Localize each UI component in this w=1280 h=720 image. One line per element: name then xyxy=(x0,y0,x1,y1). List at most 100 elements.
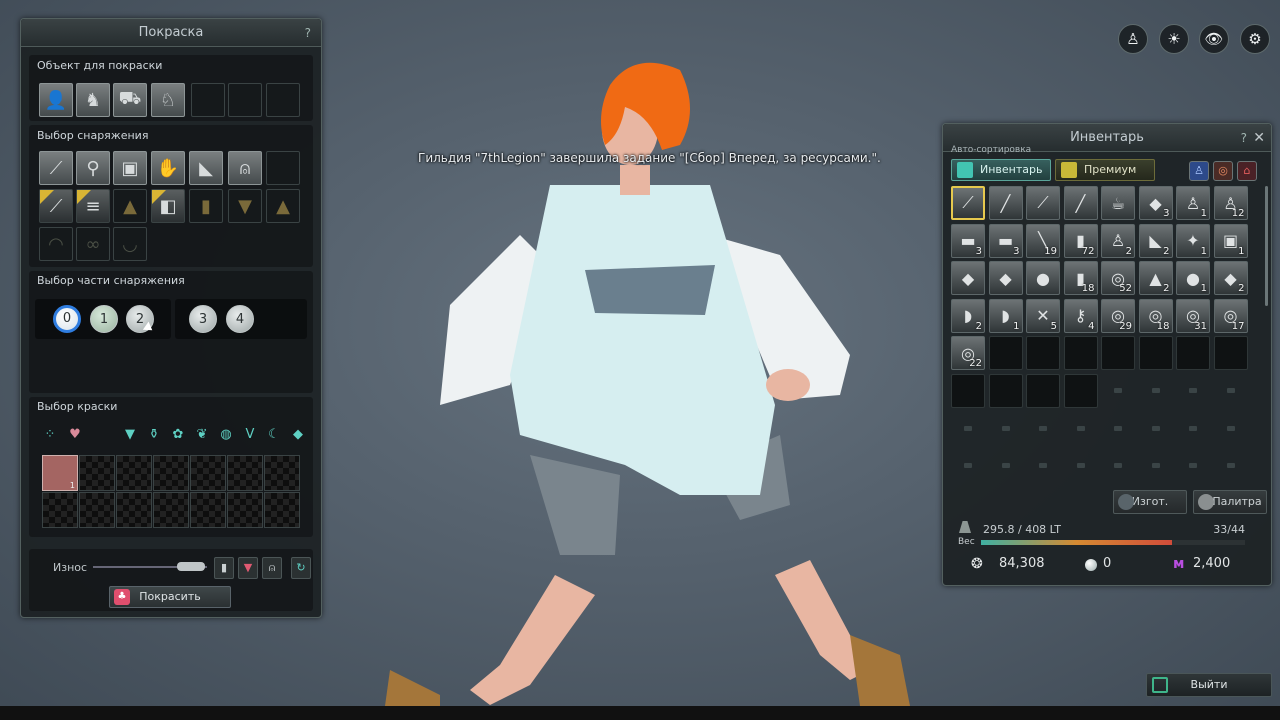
close-icon[interactable]: ✕ xyxy=(1253,124,1265,152)
empty-inventory-slot[interactable] xyxy=(951,373,985,408)
dye-swatch[interactable] xyxy=(42,492,78,528)
costume-gloves-icon[interactable]: ◧ xyxy=(151,189,185,223)
help-icon[interactable]: ? xyxy=(305,19,311,47)
inventory-item[interactable]: ▮ 72 xyxy=(1063,223,1098,258)
tab-premium[interactable]: Премиум xyxy=(1055,159,1155,181)
dye-category-7-icon[interactable]: ☾ xyxy=(265,426,283,444)
reset-icon[interactable]: ↻ xyxy=(291,557,311,579)
costume-helmet-icon[interactable]: ▲ xyxy=(266,189,300,223)
mask-icon[interactable]: ◡ xyxy=(113,227,147,261)
part-button-0[interactable]: 0 xyxy=(53,305,81,333)
empty-inventory-slot[interactable] xyxy=(988,373,1023,408)
dye-category-5-icon[interactable]: ◍ xyxy=(217,426,235,444)
dye-swatch[interactable] xyxy=(190,492,226,528)
favorites-icon[interactable]: ♥ xyxy=(66,426,84,444)
ship-icon[interactable]: ♘ xyxy=(151,83,185,117)
character-icon[interactable]: 👤 xyxy=(39,83,73,117)
inventory-item[interactable]: ◎ 29 xyxy=(1101,298,1135,333)
glasses-icon[interactable]: ∞ xyxy=(76,227,110,261)
dye-swatch[interactable] xyxy=(116,455,152,491)
inventory-item[interactable]: ☕ xyxy=(1101,186,1135,220)
all-dyes-icon[interactable]: ⁘ xyxy=(41,426,59,444)
inventory-item[interactable]: ▮ 18 xyxy=(1063,261,1098,295)
lighting-icon[interactable]: ☀ xyxy=(1159,24,1189,54)
inventory-item[interactable]: ✕ 5 xyxy=(1026,298,1060,333)
empty-inventory-slot[interactable] xyxy=(1063,373,1098,408)
part-button-1[interactable]: 1 xyxy=(90,305,118,333)
inventory-item[interactable]: ◎ 31 xyxy=(1176,298,1210,333)
inventory-item[interactable]: ♙ 2 xyxy=(1101,223,1135,258)
empty-inventory-slot[interactable] xyxy=(1176,336,1210,370)
inventory-item[interactable]: ◎ 52 xyxy=(1101,261,1135,295)
inventory-item[interactable]: ● xyxy=(1026,261,1060,295)
part-button-3[interactable]: 3 xyxy=(189,305,217,333)
paint-button[interactable]: ♣ Покрасить xyxy=(109,586,231,608)
inventory-item[interactable]: ✦ 1 xyxy=(1176,223,1210,258)
inventory-item[interactable]: ◆ xyxy=(951,261,985,295)
dye-swatch[interactable] xyxy=(153,492,189,528)
dye-swatch[interactable] xyxy=(227,455,263,491)
dye-swatch[interactable] xyxy=(79,492,115,528)
dye-swatch[interactable] xyxy=(116,492,152,528)
horse-icon[interactable]: ♞ xyxy=(76,83,110,117)
inventory-item[interactable]: ◣ 2 xyxy=(1138,223,1173,258)
dye-category-2-icon[interactable]: ⚱ xyxy=(145,426,163,444)
carriage-icon[interactable]: ⛟ xyxy=(113,83,147,117)
potion-icon[interactable]: ♙ xyxy=(1189,161,1209,181)
inventory-item[interactable]: ◗ 2 xyxy=(951,298,985,333)
wear-slider-handle[interactable] xyxy=(177,562,205,571)
dye-category-8-icon[interactable]: ◆ xyxy=(289,426,307,444)
settings-icon[interactable]: ⚙ xyxy=(1240,24,1270,54)
exit-button[interactable]: Выйти xyxy=(1146,673,1272,697)
hide-armor-icon[interactable]: ▮ xyxy=(214,557,234,579)
dye-category-3-icon[interactable]: ✿ xyxy=(169,426,187,444)
tab-inventory[interactable]: Инвентарь xyxy=(951,159,1051,181)
sword-icon[interactable]: ⟋ xyxy=(39,151,73,185)
inventory-item[interactable]: ╱ xyxy=(1063,186,1098,220)
inventory-item[interactable]: ▲ 2 xyxy=(1138,261,1173,295)
inventory-item[interactable]: ◆ 2 xyxy=(1213,261,1248,295)
character-pose-icon[interactable]: ♙ xyxy=(1118,24,1148,54)
dye-swatch[interactable] xyxy=(264,492,300,528)
empty-inventory-slot[interactable] xyxy=(1026,336,1060,370)
hair-accessory-icon[interactable]: ◠ xyxy=(39,227,73,261)
costume-sub-weapon-icon[interactable]: ≡ xyxy=(76,189,110,223)
dye-swatch[interactable] xyxy=(79,455,115,491)
inventory-item[interactable]: ◆ 3 xyxy=(1138,186,1173,220)
mace-icon[interactable]: ⚲ xyxy=(76,151,110,185)
empty-inventory-slot[interactable] xyxy=(988,336,1023,370)
help-icon[interactable]: ? xyxy=(1241,124,1247,152)
inventory-item[interactable]: ◎ 17 xyxy=(1213,298,1248,333)
dye-category-1-icon[interactable]: ▼ xyxy=(121,426,139,444)
dye-swatch[interactable] xyxy=(264,455,300,491)
palette-button[interactable]: Палитра xyxy=(1193,490,1267,514)
dye-category-6-icon[interactable]: V xyxy=(241,426,259,444)
empty-inventory-slot[interactable] xyxy=(1026,373,1060,408)
show-costume-icon[interactable]: ▼ xyxy=(238,557,258,579)
dye-category-4-icon[interactable]: ❦ xyxy=(193,426,211,444)
empty-inventory-slot[interactable] xyxy=(1213,336,1248,370)
inventory-item[interactable]: ▣ 1 xyxy=(1213,223,1248,258)
inventory-scrollbar[interactable] xyxy=(1265,186,1268,306)
inventory-item[interactable]: ♙ 12 xyxy=(1213,186,1248,220)
empty-inventory-slot[interactable] xyxy=(1063,336,1098,370)
inventory-item[interactable]: ● 1 xyxy=(1176,261,1210,295)
dye-swatch[interactable] xyxy=(227,492,263,528)
inventory-item[interactable]: ◗ 1 xyxy=(988,298,1023,333)
dye-swatch-selected[interactable]: 1 xyxy=(42,455,78,491)
gloves-icon[interactable]: ✋ xyxy=(151,151,185,185)
inventory-item[interactable]: ♙ 1 xyxy=(1176,186,1210,220)
inventory-item[interactable]: ╱ xyxy=(988,186,1023,220)
dye-swatch[interactable] xyxy=(153,455,189,491)
helmet-toggle-icon[interactable]: ⍝ xyxy=(262,557,282,579)
inventory-item[interactable]: ◎ 22 xyxy=(951,336,985,370)
costume-armor-icon[interactable]: ▼ xyxy=(228,189,262,223)
part-button-4[interactable]: 4 xyxy=(226,305,254,333)
helmet-icon[interactable]: ⍝ xyxy=(228,151,262,185)
dye-swatch[interactable] xyxy=(190,455,226,491)
armor-icon[interactable]: ▣ xyxy=(113,151,147,185)
boots-icon[interactable]: ◣ xyxy=(189,151,223,185)
costume-boots-icon[interactable]: ▮ xyxy=(189,189,223,223)
view-icon[interactable]: 👁 xyxy=(1199,24,1229,54)
house-icon[interactable]: ⌂ xyxy=(1237,161,1257,181)
